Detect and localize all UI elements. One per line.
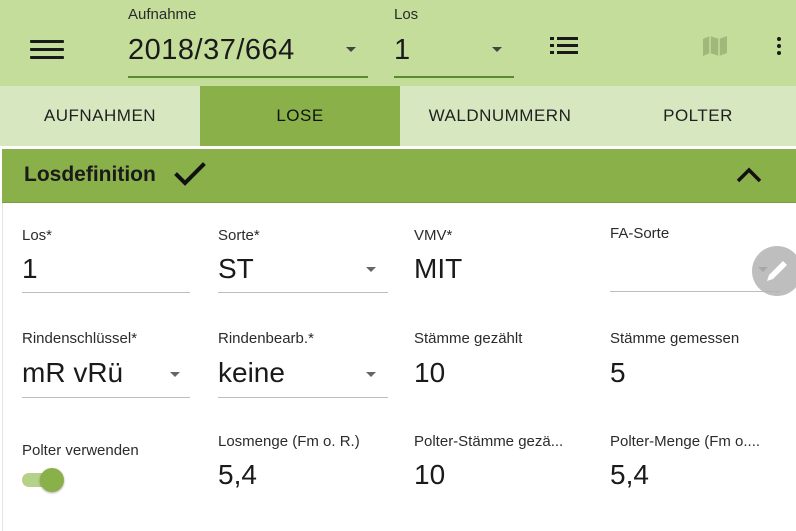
losdefinition-header[interactable]: Losdefinition: [2, 149, 796, 203]
section-title: Losdefinition: [24, 163, 156, 186]
polter-staemme-field: Polter-Stämme gezä... 10: [414, 433, 594, 501]
chevron-down-icon: [170, 372, 180, 377]
los-select[interactable]: Los 1: [394, 6, 514, 80]
sorte-label: Sorte*: [218, 227, 260, 244]
aufnahme-select[interactable]: Aufnahme 2018/37/664: [128, 6, 368, 80]
staemme-gezaehlt-field: Stämme gezählt 10: [414, 330, 584, 398]
tab-bar: AUFNAHMEN LOSE WALDNUMMERN POLTER: [0, 86, 796, 146]
staemme-gemessen-label: Stämme gemessen: [610, 330, 740, 347]
tab-lose[interactable]: LOSE: [200, 86, 400, 146]
losmenge-value: 5,4: [218, 459, 257, 490]
sorte-underline: [218, 292, 388, 293]
los-label: Los*: [22, 227, 53, 244]
losmenge-label: Losmenge (Fm o. R.): [218, 433, 360, 450]
rindenschluessel-select[interactable]: Rindenschlüssel* mR vRü: [22, 330, 190, 398]
pencil-icon: [767, 261, 787, 281]
rindenbearb-underline: [218, 397, 388, 398]
vmv-value: MIT: [414, 253, 463, 284]
vmv-field[interactable]: VMV* MIT: [414, 227, 582, 295]
chevron-down-icon: [366, 267, 376, 272]
rindenschluessel-value: mR vRü: [22, 357, 124, 388]
aufnahme-value: 2018/37/664: [128, 34, 295, 66]
los-field[interactable]: Los* 1: [22, 227, 190, 295]
fa-sorte-label: FA-Sorte: [610, 225, 670, 242]
chevron-up-icon[interactable]: [734, 163, 764, 187]
losmenge-field: Losmenge (Fm o. R.) 5,4: [218, 433, 398, 501]
chevron-down-icon: [366, 372, 376, 377]
check-icon: [174, 162, 206, 186]
polter-verwenden-toggle[interactable]: [22, 467, 64, 493]
los-value: 1: [22, 253, 38, 284]
aufnahme-label: Aufnahme: [128, 6, 197, 23]
vmv-label: VMV*: [414, 227, 453, 244]
staemme-gezaehlt-value: 10: [414, 357, 446, 388]
aufnahme-underline: [128, 76, 368, 78]
los-header-value: 1: [394, 34, 411, 66]
polter-verwenden-label: Polter verwenden: [22, 442, 139, 459]
tab-polter[interactable]: POLTER: [600, 86, 796, 146]
map-icon[interactable]: [702, 35, 728, 57]
rindenschluessel-underline: [22, 397, 190, 398]
polter-menge-field: Polter-Menge (Fm o.... 5,4: [610, 433, 790, 501]
chevron-down-icon: [346, 47, 356, 52]
rindenbearb-select[interactable]: Rindenbearb.* keine: [218, 330, 388, 398]
sorte-value: ST: [218, 253, 254, 284]
polter-menge-value: 5,4: [610, 459, 649, 490]
menu-icon[interactable]: [30, 36, 64, 62]
list-icon[interactable]: [550, 36, 578, 56]
staemme-gemessen-value: 5: [610, 357, 626, 388]
polter-verwenden-field: Polter verwenden: [22, 442, 190, 466]
more-vert-icon[interactable]: [772, 36, 786, 56]
rindenbearb-label: Rindenbearb.*: [218, 330, 314, 347]
los-underline: [22, 292, 190, 293]
polter-staemme-label: Polter-Stämme gezä...: [414, 433, 564, 450]
toggle-thumb: [40, 468, 64, 492]
los-header-label: Los: [394, 6, 419, 23]
staemme-gezaehlt-label: Stämme gezählt: [414, 330, 523, 347]
staemme-gemessen-field: Stämme gemessen 5: [610, 330, 790, 398]
los-underline: [394, 76, 514, 78]
edit-fab[interactable]: [752, 246, 796, 296]
tab-waldnummern[interactable]: WALDNUMMERN: [400, 86, 600, 146]
sorte-select[interactable]: Sorte* ST: [218, 227, 388, 295]
polter-staemme-value: 10: [414, 459, 446, 490]
chevron-down-icon: [492, 47, 502, 52]
rindenschluessel-label: Rindenschlüssel*: [22, 330, 138, 347]
app-bar: Aufnahme 2018/37/664 Los 1: [0, 0, 796, 86]
fa-sorte-underline: [610, 291, 780, 292]
rindenbearb-value: keine: [218, 357, 285, 388]
polter-menge-label: Polter-Menge (Fm o....: [610, 433, 761, 450]
tab-aufnahmen[interactable]: AUFNAHMEN: [0, 86, 200, 146]
